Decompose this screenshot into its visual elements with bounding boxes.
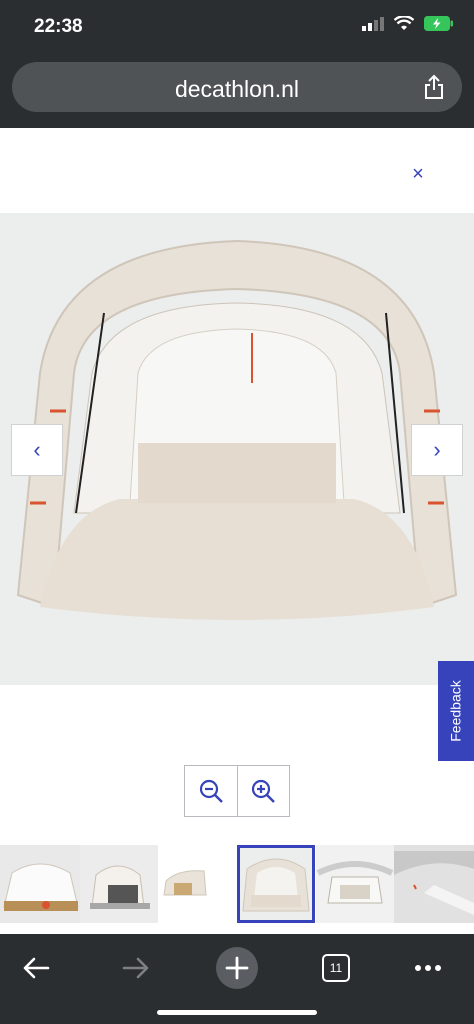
close-button[interactable]: × — [406, 162, 430, 186]
zoom-out-button[interactable] — [185, 766, 237, 816]
thumbnail-4[interactable] — [237, 845, 315, 923]
plus-icon — [216, 947, 258, 989]
thumbnail-3[interactable] — [158, 845, 236, 923]
thumbnail-6[interactable] — [394, 845, 474, 923]
arrow-left-icon — [23, 957, 50, 979]
thumbnail-image — [316, 845, 394, 923]
share-icon[interactable] — [422, 74, 446, 100]
tabs-button[interactable]: 11 — [312, 944, 360, 992]
zoom-out-icon — [199, 779, 223, 803]
thumbnail-strip — [0, 845, 474, 925]
feedback-tab[interactable]: Feedback — [438, 661, 474, 761]
url-text[interactable]: decathlon.nl — [12, 76, 462, 103]
zoom-controls — [184, 765, 290, 817]
tent-image — [0, 213, 474, 685]
arrow-right-icon — [122, 957, 149, 979]
thumbnail-image — [394, 845, 474, 923]
thumbnail-image — [237, 845, 315, 923]
back-button[interactable] — [12, 944, 60, 992]
next-image-button[interactable]: › — [411, 424, 463, 476]
product-image-viewer: × ‹ › Feedback — [0, 128, 474, 934]
zoom-in-icon — [252, 779, 276, 803]
wifi-icon — [394, 16, 414, 30]
more-menu-button[interactable] — [404, 944, 452, 992]
address-bar[interactable]: decathlon.nl — [12, 62, 462, 112]
tabs-icon: 11 — [322, 954, 350, 982]
status-bar: 22:38 — [0, 0, 474, 56]
status-time: 22:38 — [34, 16, 83, 37]
thumbnail-2[interactable] — [80, 845, 158, 923]
thumbnail-image — [80, 845, 158, 923]
thumbnail-image — [0, 845, 80, 923]
tabs-count: 11 — [329, 961, 343, 975]
thumbnail-image — [158, 845, 236, 923]
previous-image-button[interactable]: ‹ — [11, 424, 63, 476]
battery-charging-icon — [424, 16, 453, 31]
thumbnail-1[interactable] — [0, 845, 80, 923]
zoom-in-button[interactable] — [236, 766, 290, 816]
more-dots-icon — [415, 965, 441, 971]
status-icons — [362, 16, 454, 31]
browser-toolbar: decathlon.nl — [0, 56, 474, 128]
forward-button[interactable] — [112, 944, 160, 992]
signal-icon — [362, 16, 384, 31]
product-image — [0, 213, 474, 685]
browser-bottom-bar: 11 — [0, 934, 474, 1024]
feedback-label: Feedback — [448, 680, 465, 742]
home-indicator — [157, 1010, 317, 1015]
thumbnail-5[interactable] — [316, 845, 394, 923]
new-tab-button[interactable] — [213, 944, 261, 992]
